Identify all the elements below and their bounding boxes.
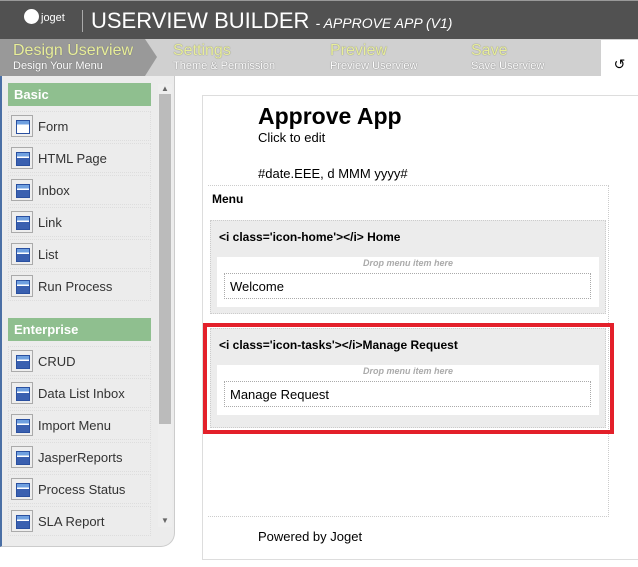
palette-crud[interactable]: CRUD <box>8 346 151 376</box>
joget-logo: joget <box>24 9 65 24</box>
palette-data-list-inbox[interactable]: Data List Inbox <box>8 378 151 408</box>
step-preview[interactable]: Preview Preview Userview <box>317 39 417 76</box>
date-text: #date.EEE, d MMM yyyy# <box>258 166 408 181</box>
step-settings[interactable]: Settings Theme & Permission <box>160 39 275 76</box>
palette-inbox[interactable]: Inbox <box>8 175 151 205</box>
category-basic: Basic <box>8 83 151 106</box>
drop-zone[interactable]: Drop menu item here Welcome <box>217 257 599 307</box>
element-icon <box>11 211 33 233</box>
palette-html-page[interactable]: HTML Page <box>8 143 151 173</box>
steps-bar: Design Userview Design Your Menu Settings… <box>0 39 638 76</box>
menu-label: Menu <box>212 192 244 206</box>
palette-sla-report[interactable]: SLA Report <box>8 506 151 536</box>
page-title: USERVIEW BUILDER - APPROVE APP (V1) <box>91 8 453 33</box>
category-enterprise: Enterprise <box>8 318 151 341</box>
element-icon <box>11 275 33 297</box>
element-icon <box>11 243 33 265</box>
palette-form[interactable]: Form <box>8 111 151 141</box>
menu-category-home[interactable]: <i class='icon-home'></i> Home Drop menu… <box>210 220 606 314</box>
element-icon <box>11 414 33 436</box>
form-icon <box>11 115 33 137</box>
step-design[interactable]: Design Userview Design Your Menu <box>0 39 145 76</box>
undo-icon[interactable]: ↺ <box>601 40 638 76</box>
palette-list[interactable]: List <box>8 239 151 269</box>
step-save[interactable]: Save Save Userview <box>458 39 544 76</box>
click-to-edit[interactable]: Click to edit <box>258 130 325 145</box>
sidebar: Basic Form HTML Page Inbox Link List Run… <box>0 76 175 547</box>
element-icon <box>11 179 33 201</box>
element-icon <box>11 510 33 532</box>
element-icon <box>11 446 33 468</box>
element-icon <box>11 350 33 372</box>
sidebar-scrollbar[interactable]: ▲ ▼ <box>158 84 172 527</box>
palette-link[interactable]: Link <box>8 207 151 237</box>
element-icon <box>11 382 33 404</box>
footer-text: Powered by Joget <box>258 529 363 544</box>
header: joget USERVIEW BUILDER - APPROVE APP (V1… <box>0 0 638 39</box>
menu-item-welcome[interactable]: Welcome <box>224 273 591 299</box>
element-icon <box>11 478 33 500</box>
element-icon <box>11 147 33 169</box>
palette-process-status[interactable]: Process Status <box>8 474 151 504</box>
palette-run-process[interactable]: Run Process <box>8 271 151 301</box>
highlight-box <box>203 323 614 434</box>
app-title[interactable]: Approve App <box>258 103 402 130</box>
palette-import-menu[interactable]: Import Menu <box>8 410 151 440</box>
palette-jasperreports[interactable]: JasperReports <box>8 442 151 472</box>
